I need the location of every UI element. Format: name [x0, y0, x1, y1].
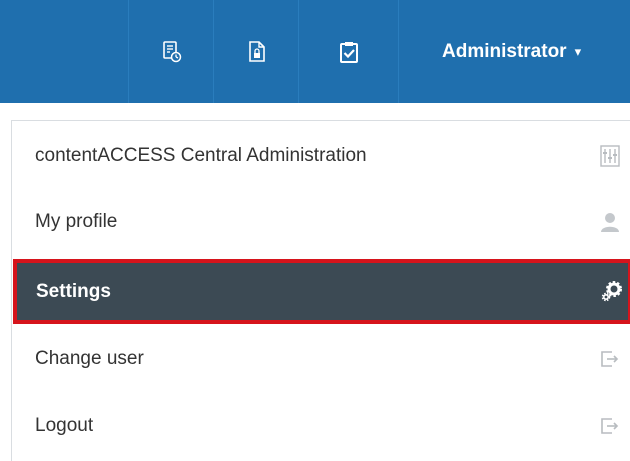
user-name-label: Administrator: [442, 40, 567, 62]
menu-item-label: Logout: [35, 415, 94, 436]
top-navigation-bar: Administrator ▾: [0, 0, 630, 103]
menu-item-my-profile[interactable]: My profile: [12, 189, 630, 255]
locked-document-icon: [248, 40, 265, 62]
sign-out-icon: [599, 348, 621, 370]
menu-item-logout[interactable]: Logout: [12, 393, 630, 459]
menu-item-settings[interactable]: Settings: [13, 259, 630, 324]
sign-out-icon: [599, 415, 621, 437]
menu-item-label: Change user: [35, 348, 144, 369]
user-menu-toggle[interactable]: Administrator ▾: [398, 0, 630, 103]
sliders-icon: [599, 145, 621, 167]
protected-documents-button[interactable]: [213, 0, 299, 103]
menu-item-label: Settings: [36, 280, 111, 302]
user-dropdown-menu: contentACCESS Central Administration My …: [11, 120, 630, 461]
approvals-button[interactable]: [298, 0, 399, 103]
menu-item-label: contentACCESS Central Administration: [35, 145, 367, 166]
menu-item-change-user[interactable]: Change user: [12, 326, 630, 392]
gears-icon: [600, 280, 622, 303]
clipboard-check-icon: [340, 41, 358, 63]
task-list-clock-icon: [162, 40, 181, 62]
user-icon: [599, 211, 621, 233]
menu-item-central-administration[interactable]: contentACCESS Central Administration: [12, 123, 630, 189]
chevron-down-icon: ▾: [574, 44, 582, 59]
menu-item-label: My profile: [35, 211, 118, 232]
scheduled-tasks-button[interactable]: [128, 0, 214, 103]
